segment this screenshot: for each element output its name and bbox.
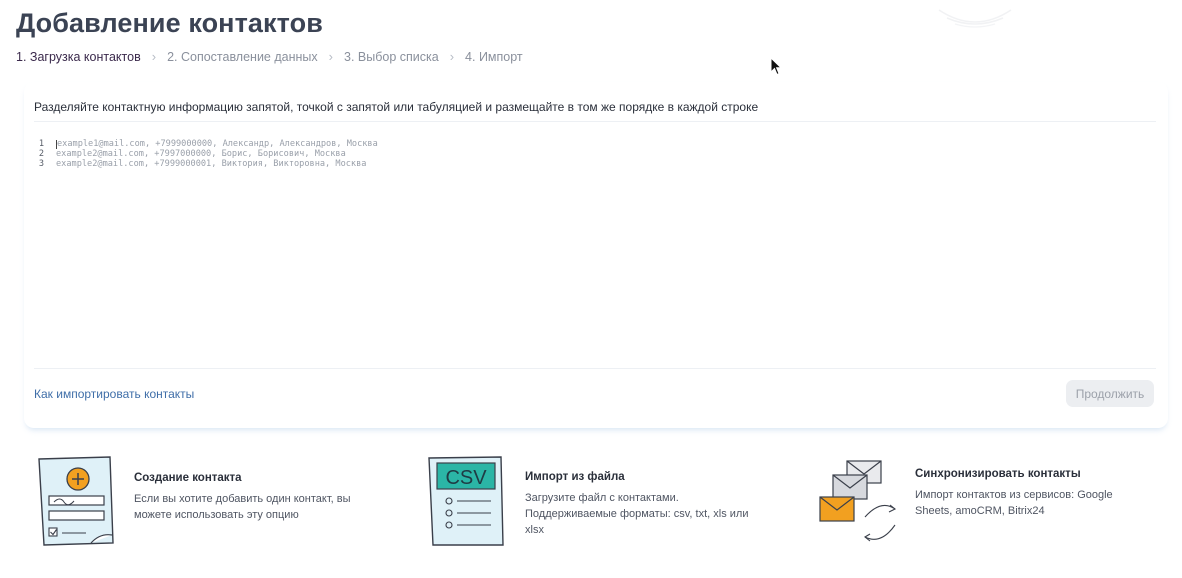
- step-import[interactable]: 4. Импорт: [465, 50, 523, 64]
- step-mapping[interactable]: 2. Сопоставление данных: [167, 50, 318, 64]
- editor-placeholder: 1 example1@mail.com, +7999000000, Алекса…: [34, 139, 378, 170]
- line-number: 3: [38, 158, 44, 169]
- option-title: Создание контакта: [134, 472, 242, 484]
- option-title: Импорт из файла: [525, 471, 625, 483]
- csv-file-icon: CSV: [427, 455, 511, 549]
- continue-button[interactable]: Продолжить: [1066, 380, 1154, 407]
- line-number: 2: [38, 148, 44, 159]
- page-title: Добавление контактов: [16, 8, 323, 38]
- option-description: Импорт контактов из сервисов: Google She…: [915, 489, 1113, 517]
- line-text: example2@mail.com, +7999000001, Виктория…: [56, 158, 367, 169]
- watermark-logo: [935, 0, 1015, 35]
- how-to-import-link[interactable]: Как импортировать контакты: [34, 387, 194, 401]
- line-number: 1: [38, 139, 44, 149]
- contacts-editor[interactable]: 1 example1@mail.com, +7999000000, Алекса…: [34, 121, 1156, 369]
- import-stepper: 1. Загрузка контактов › 2. Сопоставление…: [16, 49, 523, 64]
- chevron-right-icon: ›: [151, 49, 157, 64]
- contact-form-icon: [36, 455, 120, 549]
- chevron-right-icon: ›: [328, 49, 333, 64]
- option-sync-contacts[interactable]: Синхронизировать контакты Импорт контакт…: [817, 455, 1135, 549]
- option-title: Синхронизировать контакты: [915, 468, 1081, 480]
- chevron-right-icon: ›: [449, 49, 455, 64]
- editor-hint: Разделяйте контактную информацию запятой…: [34, 100, 759, 114]
- mouse-pointer-icon: [770, 56, 783, 81]
- option-import-file[interactable]: CSV Импорт из файла Загрузите файл с кон…: [427, 455, 765, 549]
- paste-contacts-card: Разделяйте контактную информацию запятой…: [24, 82, 1168, 428]
- csv-label: CSV: [445, 467, 487, 489]
- option-description: Если вы хотите добавить один контакт, вы…: [134, 493, 351, 521]
- step-upload[interactable]: 1. Загрузка контактов: [16, 50, 141, 64]
- envelopes-sync-icon: [817, 455, 901, 549]
- step-list-select[interactable]: 3. Выбор списка: [344, 50, 439, 64]
- option-description: Загрузите файл с контактами. Поддерживае…: [525, 492, 749, 536]
- option-create-contact[interactable]: Создание контакта Если вы хотите добавит…: [36, 455, 364, 549]
- editor-line: 3 example2@mail.com, +7999000001, Виктор…: [34, 158, 378, 170]
